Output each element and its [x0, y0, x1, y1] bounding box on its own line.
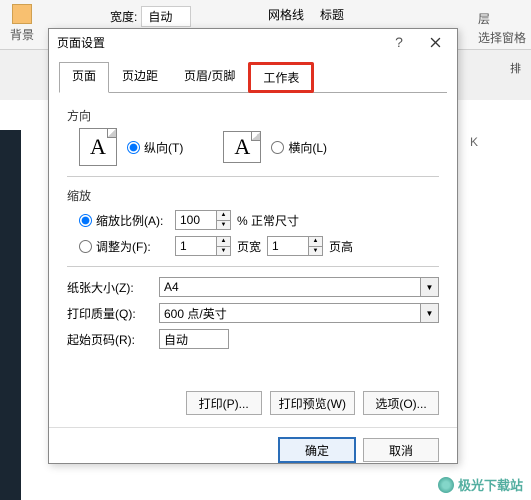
layer-label[interactable]: 层 — [478, 10, 526, 27]
tab-page[interactable]: 页面 — [59, 62, 109, 93]
tab-header-footer[interactable]: 页眉/页脚 — [171, 62, 248, 93]
scale-ratio-input[interactable] — [176, 211, 216, 229]
watermark-text: 极光下载站 — [458, 475, 523, 494]
scale-ratio-label: 缩放比例(A): — [96, 212, 163, 229]
portrait-radio-label: 纵向(T) — [144, 139, 183, 156]
column-header-k[interactable]: K — [470, 135, 478, 149]
print-quality-combo[interactable]: ▼ — [159, 303, 439, 323]
arrange-label: 排 — [510, 60, 521, 76]
spin-up-icon[interactable]: ▲ — [309, 237, 322, 247]
cancel-button[interactable]: 取消 — [363, 438, 439, 462]
scale-ratio-row: 缩放比例(A): ▲▼ % 正常尺寸 — [79, 210, 439, 230]
portrait-radio[interactable]: 纵向(T) — [127, 139, 183, 156]
tab-strip: 页面 页边距 页眉/页脚 工作表 — [59, 61, 447, 93]
ribbon-width[interactable]: 宽度: 自动 — [110, 6, 191, 27]
paper-size-row: 纸张大小(Z): ▼ — [67, 277, 439, 297]
paper-size-combo[interactable]: ▼ — [159, 277, 439, 297]
fit-width-input[interactable] — [176, 237, 216, 255]
paper-size-label: 纸张大小(Z): — [67, 279, 153, 296]
spin-down-icon[interactable]: ▼ — [217, 247, 230, 256]
print-quality-row: 打印质量(Q): ▼ — [67, 303, 439, 323]
spin-up-icon[interactable]: ▲ — [217, 211, 230, 221]
scale-ratio-radio-input[interactable] — [79, 214, 92, 227]
fit-height-spinner[interactable]: ▲▼ — [267, 236, 323, 256]
paper-size-input[interactable] — [160, 278, 420, 296]
spin-down-icon[interactable]: ▼ — [217, 221, 230, 230]
selected-column[interactable] — [0, 130, 21, 500]
width-label: 宽度: — [110, 8, 137, 25]
watermark: 极光下载站 — [438, 475, 523, 494]
help-button[interactable]: ? — [381, 30, 417, 54]
portrait-icon: A — [79, 128, 117, 166]
dialog-titlebar[interactable]: 页面设置 ? — [49, 29, 457, 55]
close-icon — [430, 37, 441, 48]
page-setup-dialog: 页面设置 ? 页面 页边距 页眉/页脚 工作表 方向 A 纵向(T) A 横向(… — [48, 28, 458, 464]
scale-ratio-suffix: % 正常尺寸 — [237, 212, 299, 229]
portrait-radio-input[interactable] — [127, 141, 140, 154]
scale-fit-row: 调整为(F): ▲▼ 页宽 ▲▼ 页高 — [79, 236, 439, 256]
tab-sheet[interactable]: 工作表 — [248, 62, 314, 93]
orientation-row: A 纵向(T) A 横向(L) — [79, 128, 439, 166]
chevron-down-icon[interactable]: ▼ — [420, 304, 438, 322]
scale-ratio-spinner[interactable]: ▲▼ — [175, 210, 231, 230]
start-page-row: 起始页码(R): — [67, 329, 439, 349]
scale-fit-radio[interactable]: 调整为(F): — [79, 238, 169, 255]
close-button[interactable] — [417, 30, 453, 54]
start-page-label: 起始页码(R): — [67, 331, 153, 348]
divider-1 — [67, 176, 439, 177]
scale-fit-radio-input[interactable] — [79, 240, 92, 253]
orientation-label: 方向 — [67, 107, 439, 124]
ribbon-bg-button[interactable]: 背景 — [10, 4, 34, 43]
dialog-confirm-buttons: 确定 取消 — [49, 427, 457, 472]
spin-down-icon[interactable]: ▼ — [309, 247, 322, 256]
landscape-radio[interactable]: 横向(L) — [271, 139, 327, 156]
landscape-radio-input[interactable] — [271, 141, 284, 154]
fit-height-suffix: 页高 — [329, 238, 353, 255]
scale-ratio-radio[interactable]: 缩放比例(A): — [79, 212, 169, 229]
chevron-down-icon[interactable]: ▼ — [420, 278, 438, 296]
landscape-icon: A — [223, 131, 261, 163]
scale-label: 缩放 — [67, 187, 439, 204]
fit-width-suffix: 页宽 — [237, 238, 261, 255]
print-quality-input[interactable] — [160, 304, 420, 322]
gridlines-label: 网格线 — [268, 6, 304, 23]
fit-height-input[interactable] — [268, 237, 308, 255]
spin-up-icon[interactable]: ▲ — [217, 237, 230, 247]
ribbon-bg-label: 背景 — [10, 26, 34, 43]
watermark-icon — [438, 477, 454, 493]
dialog-action-buttons: 打印(P)... 打印预览(W) 选项(O)... — [49, 391, 457, 415]
print-button[interactable]: 打印(P)... — [186, 391, 262, 415]
ribbon-right-group: 层 选择窗格 — [478, 10, 526, 46]
titles-label: 标题 — [320, 6, 344, 23]
divider-2 — [67, 266, 439, 267]
start-page-input[interactable] — [159, 329, 229, 349]
fit-width-spinner[interactable]: ▲▼ — [175, 236, 231, 256]
select-window-label[interactable]: 选择窗格 — [478, 29, 526, 46]
width-value[interactable]: 自动 — [141, 6, 191, 27]
landscape-radio-label: 横向(L) — [288, 139, 327, 156]
dialog-title: 页面设置 — [53, 34, 381, 51]
scale-group: 缩放比例(A): ▲▼ % 正常尺寸 调整为(F): ▲▼ 页宽 — [79, 210, 439, 256]
tab-margins[interactable]: 页边距 — [109, 62, 171, 93]
print-preview-button[interactable]: 打印预览(W) — [270, 391, 355, 415]
ok-button[interactable]: 确定 — [279, 438, 355, 462]
print-quality-label: 打印质量(Q): — [67, 305, 153, 322]
options-button[interactable]: 选项(O)... — [363, 391, 439, 415]
dialog-body: 方向 A 纵向(T) A 横向(L) 缩放 缩放比例(A): — [49, 93, 457, 363]
background-icon — [12, 4, 32, 24]
scale-fit-label: 调整为(F): — [96, 238, 151, 255]
